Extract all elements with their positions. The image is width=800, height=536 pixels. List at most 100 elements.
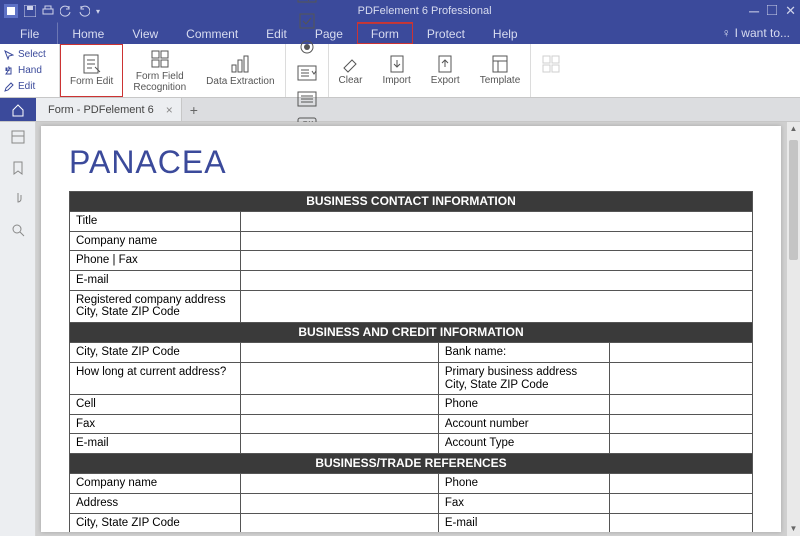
add-tab-button[interactable]: +	[182, 102, 206, 118]
vertical-scrollbar[interactable]: ▲ ▼	[786, 122, 800, 536]
cell-label: Account Type	[438, 434, 609, 454]
cell-value[interactable]	[609, 395, 752, 415]
maximize-button[interactable]	[767, 5, 777, 18]
recognition-label: Form Field Recognition	[133, 72, 186, 93]
bulb-icon: ♀	[722, 26, 731, 40]
search-icon[interactable]	[11, 223, 25, 240]
edit-label: Edit	[18, 81, 35, 92]
cell-value[interactable]	[240, 231, 752, 251]
cell-value[interactable]	[609, 414, 752, 434]
form-edit-button[interactable]: Form Edit	[60, 44, 123, 97]
import-button[interactable]: Import	[372, 44, 420, 97]
scroll-up-icon[interactable]: ▲	[787, 122, 800, 136]
home-tab[interactable]	[0, 98, 36, 121]
scroll-thumb[interactable]	[789, 140, 798, 260]
cell-label: Cell	[70, 395, 241, 415]
combobox-tool[interactable]	[296, 65, 318, 81]
form-field-recognition-button[interactable]: Form Field Recognition	[123, 44, 196, 97]
menu-view[interactable]: View	[118, 22, 172, 44]
menu-edit[interactable]: Edit	[252, 22, 301, 44]
form-table: BUSINESS CONTACT INFORMATION Title Compa…	[69, 191, 753, 532]
cell-value[interactable]	[240, 212, 752, 232]
extraction-icon	[229, 53, 251, 75]
document-viewport[interactable]: PANACEA BUSINESS CONTACT INFORMATION Tit…	[36, 122, 800, 536]
menu-protect[interactable]: Protect	[413, 22, 479, 44]
clear-button[interactable]: Clear	[329, 44, 373, 97]
menu-comment[interactable]: Comment	[172, 22, 252, 44]
doc-heading: PANACEA	[69, 144, 753, 181]
cell-value[interactable]	[609, 513, 752, 532]
select-tools-group: Select Hand Edit	[0, 44, 60, 97]
cell-value[interactable]	[240, 343, 438, 363]
menu-form[interactable]: Form	[357, 22, 413, 44]
close-button[interactable]: ✕	[785, 3, 796, 19]
thumbnails-icon[interactable]	[11, 130, 25, 147]
cell-value[interactable]	[240, 271, 752, 291]
cell-value[interactable]	[609, 434, 752, 454]
listbox-tool[interactable]	[296, 91, 318, 107]
print-icon[interactable]	[42, 5, 54, 17]
home-icon	[11, 103, 25, 117]
select-tool[interactable]: Select	[4, 47, 55, 63]
cell-value[interactable]	[240, 395, 438, 415]
cell-label: Phone | Fax	[70, 251, 241, 271]
cell-value[interactable]	[609, 362, 752, 394]
section-header: BUSINESS CONTACT INFORMATION	[70, 192, 753, 212]
cell-value[interactable]	[609, 493, 752, 513]
attachments-icon[interactable]	[12, 192, 24, 209]
data-extraction-button[interactable]: Data Extraction	[196, 44, 285, 97]
cell-label: Phone	[438, 395, 609, 415]
template-label: Template	[480, 76, 521, 87]
cell-value[interactable]	[240, 362, 438, 394]
options-label	[550, 76, 553, 87]
cell-label: E-mail	[70, 434, 241, 454]
menu-help[interactable]: Help	[479, 22, 532, 44]
cell-value[interactable]	[240, 251, 752, 271]
radio-tool[interactable]	[296, 39, 318, 55]
document-tab[interactable]: Form - PDFelement 6 ×	[36, 98, 182, 121]
template-button[interactable]: Template	[470, 44, 532, 97]
select-label: Select	[18, 49, 46, 60]
cell-label: Phone	[438, 474, 609, 494]
hand-tool[interactable]: Hand	[4, 63, 55, 79]
export-button[interactable]: Export	[421, 44, 470, 97]
cell-label: City, State ZIP Code	[70, 513, 241, 532]
cell-value[interactable]	[240, 290, 752, 322]
i-want-to[interactable]: ♀ I want to...	[722, 22, 800, 44]
text-field-tool[interactable]: T|	[296, 0, 318, 3]
side-panel	[0, 122, 36, 536]
import-label: Import	[382, 76, 410, 87]
cell-label: Address	[70, 493, 241, 513]
options-button[interactable]	[531, 44, 571, 97]
cell-value[interactable]	[609, 343, 752, 363]
cell-value[interactable]	[240, 513, 438, 532]
clear-label: Clear	[339, 76, 363, 87]
minimize-button[interactable]: ─	[749, 3, 759, 19]
cell-value[interactable]	[609, 474, 752, 494]
edit-tool[interactable]: Edit	[4, 79, 55, 95]
checkbox-tool[interactable]	[296, 13, 318, 29]
bookmarks-icon[interactable]	[12, 161, 24, 178]
undo-icon[interactable]	[60, 5, 72, 17]
cell-value[interactable]	[240, 474, 438, 494]
cell-label: Company name	[70, 474, 241, 494]
menu-file[interactable]: File	[2, 22, 58, 44]
cell-value[interactable]	[240, 434, 438, 454]
cell-label: Fax	[70, 414, 241, 434]
cell-label: Fax	[438, 493, 609, 513]
ribbon: Select Hand Edit Form Edit Form Field Re…	[0, 44, 800, 98]
extraction-label: Data Extraction	[206, 77, 274, 88]
tab-label: Form - PDFelement 6	[48, 104, 154, 116]
menu-home[interactable]: Home	[58, 22, 118, 44]
cell-label: Bank name:	[438, 343, 609, 363]
cell-label: E-mail	[438, 513, 609, 532]
scroll-down-icon[interactable]: ▼	[787, 522, 800, 536]
cell-value[interactable]	[240, 493, 438, 513]
save-icon[interactable]	[24, 5, 36, 17]
cell-value[interactable]	[240, 414, 438, 434]
redo-icon[interactable]	[78, 5, 90, 17]
close-tab-icon[interactable]: ×	[166, 103, 173, 117]
export-icon	[435, 54, 455, 74]
cell-label: Account number	[438, 414, 609, 434]
cell-label: Primary business address City, State ZIP…	[438, 362, 609, 394]
